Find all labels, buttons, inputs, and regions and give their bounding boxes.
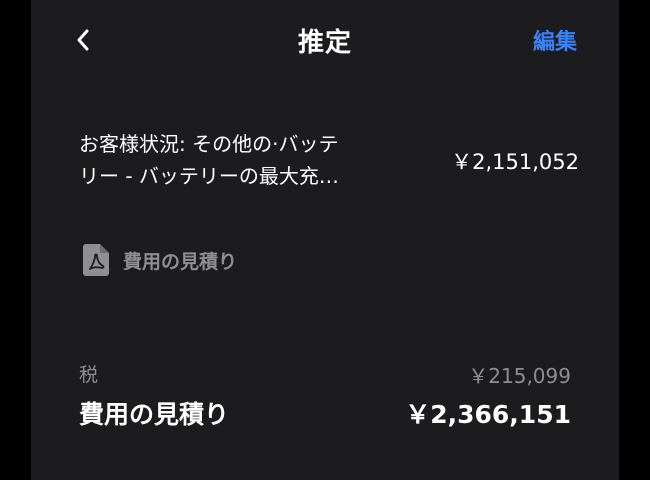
tax-row: 税 ￥215,099 (79, 360, 571, 390)
page-title: 推定 (297, 28, 352, 58)
total-row: 費用の見積り ￥2,366,151 (79, 395, 571, 435)
total-label: 費用の見積り (79, 400, 230, 429)
line-item-description-line1: お客様状況: その他の·バッテ (79, 132, 339, 156)
line-item-amount: ￥2,151,052 (451, 150, 579, 174)
estimate-screen: 推定 編集 お客様状況: その他の·バッテ リー - バッテリーの最大充… ￥2… (31, 0, 619, 480)
tax-amount: ￥215,099 (468, 364, 571, 388)
tax-label: 税 (79, 364, 99, 386)
estimate-pdf-link[interactable]: 費用の見積り (83, 242, 237, 278)
line-item-description: お客様状況: その他の·バッテ リー - バッテリーの最大充… (79, 128, 364, 192)
estimate-pdf-label: 費用の見積り (123, 250, 238, 273)
line-item-description-line2: リー - バッテリーの最大充… (79, 164, 339, 188)
line-item[interactable]: お客様状況: その他の·バッテ リー - バッテリーの最大充… ￥2,151,0… (79, 128, 579, 198)
total-amount: ￥2,366,151 (405, 400, 571, 429)
pdf-document-icon (83, 244, 109, 276)
edit-button[interactable]: 編集 (533, 24, 577, 56)
nav-header: 推定 編集 (31, 0, 619, 82)
